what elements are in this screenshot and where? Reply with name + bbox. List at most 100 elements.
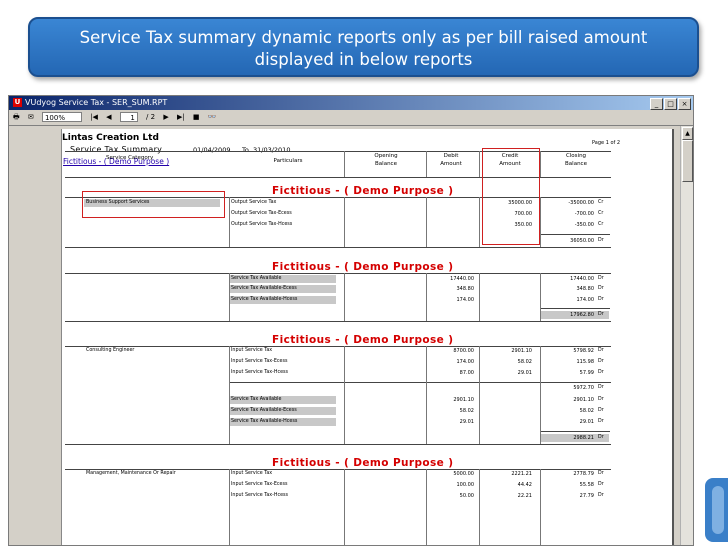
highlight-category-box [82, 191, 225, 218]
print-icon[interactable]: 🖶 [13, 113, 20, 121]
report-title: Service Tax Summary [70, 145, 163, 154]
close-button[interactable]: × [678, 98, 691, 110]
debit-value: 5000.00 [453, 471, 474, 477]
closing-value: 57.99 [579, 370, 594, 376]
maximize-button[interactable]: □ [664, 98, 677, 110]
debit-value: 87.00 [459, 370, 474, 376]
first-page-icon[interactable]: |◀ [90, 113, 98, 121]
drcr: Dr [598, 397, 604, 402]
section-end-rule [65, 247, 611, 248]
credit-value: 44.42 [517, 482, 532, 488]
last-page-icon[interactable]: ▶| [177, 113, 185, 121]
minimize-button[interactable]: _ [650, 98, 663, 110]
debit-value: 50.00 [459, 493, 474, 499]
slide-decoration-inner [712, 486, 724, 534]
col-closing-1: Closing [565, 153, 587, 159]
zoom-select[interactable]: 100% [41, 112, 82, 122]
col-divider [344, 273, 345, 321]
closing-value: 174.00 [576, 297, 595, 303]
closing-value: 115.98 [576, 359, 595, 365]
drcr: Dr [598, 419, 604, 424]
closing-value: -35000.00 [568, 200, 594, 206]
closing-value: 27.79 [579, 493, 594, 499]
section-banner: Fictitious - ( Demo Purpose ) [272, 185, 454, 197]
closing-value: 348.80 [576, 286, 595, 292]
particular: Output Service Tax [231, 200, 277, 205]
col-divider [479, 273, 480, 321]
col-divider [540, 346, 541, 444]
subtotal-drcr: Dr [598, 385, 604, 390]
date-from: 01/04/2009 [193, 146, 231, 154]
col-divider [229, 197, 230, 247]
closing-value: -700.00 [574, 211, 594, 217]
debit-value: 58.02 [459, 408, 474, 414]
col-closing: Closing Balance [545, 152, 607, 176]
debit-value: 100.00 [456, 482, 475, 488]
export-icon[interactable]: ✉ [28, 113, 34, 121]
particular: Service Tax Available-Ecess [231, 286, 297, 291]
particular: Input Service Tax-Ecess [231, 359, 288, 364]
section-total: 2988.21 [573, 435, 594, 441]
closing-value: 29.01 [579, 419, 594, 425]
credit-value: 58.02 [517, 359, 532, 365]
scroll-up-arrow[interactable]: ▲ [682, 127, 693, 140]
credit-value: 2221.21 [511, 471, 532, 477]
col-debit-1: Debit [443, 153, 459, 159]
particular: Input Service Tax [231, 471, 273, 476]
header-divider [344, 151, 345, 177]
category-label: Management, Maintenance Or Repair [86, 471, 176, 476]
drcr: Dr [598, 370, 604, 375]
drcr: Cr [598, 211, 604, 216]
app-icon: U [13, 98, 22, 107]
debit-value: 2901.10 [453, 397, 474, 403]
header-divider [479, 151, 480, 177]
particular: Input Service Tax [231, 348, 273, 353]
total-drcr: Dr [598, 435, 604, 440]
col-divider [540, 469, 541, 546]
credit-value: 29.01 [517, 370, 532, 376]
particular: Service Tax Available-Ecess [231, 408, 297, 413]
particular: Output Service Tax-Ecess [231, 211, 292, 216]
section-rule [65, 273, 611, 274]
particular: Input Service Tax-Ecess [231, 482, 288, 487]
col-opening-1: Opening [374, 153, 398, 159]
page-number-input[interactable]: 1 [119, 112, 138, 122]
header-divider [540, 151, 541, 177]
section-total: 17962.80 [570, 312, 594, 318]
closing-value: 17440.00 [570, 276, 594, 282]
search-icon[interactable]: 👓 [208, 113, 217, 121]
col-divider [426, 469, 427, 546]
next-page-icon[interactable]: ▶ [163, 113, 168, 121]
closing-value: -350.00 [574, 222, 594, 228]
section-end-rule [65, 444, 611, 445]
category-label: Consulting Engineer [86, 348, 135, 353]
scroll-thumb[interactable] [682, 140, 693, 182]
col-opening-2: Balance [375, 161, 397, 167]
particular: Output Service Tax-Hcess [231, 222, 293, 227]
particular: Service Tax Available [231, 397, 282, 402]
col-debit-2: Amount [440, 161, 462, 167]
drcr: Dr [598, 408, 604, 413]
col-closing-2: Balance [565, 161, 587, 167]
debit-value: 348.80 [456, 286, 475, 292]
caption-banner: Service Tax summary dynamic reports only… [28, 17, 699, 77]
prev-page-icon[interactable]: ◀ [106, 113, 111, 121]
col-divider [426, 273, 427, 321]
col-divider [229, 273, 230, 321]
vertical-scrollbar[interactable]: ▲ [680, 126, 693, 545]
closing-value: 58.02 [579, 408, 594, 414]
col-divider [479, 197, 480, 247]
stop-icon[interactable]: ■ [193, 113, 200, 121]
particular: Service Tax Available-Hcess [231, 419, 298, 424]
drcr: Cr [598, 222, 604, 227]
total-rule [540, 308, 610, 309]
closing-value: 2901.10 [573, 397, 594, 403]
total-rule [540, 234, 610, 235]
section-rule [65, 346, 611, 347]
col-divider [229, 469, 230, 546]
credit-value: 2901.10 [511, 348, 532, 354]
drcr: Dr [598, 286, 604, 291]
window-title: VUdyog Service Tax - SER_SUM.RPT [25, 98, 168, 107]
page-indicator: Page 1 of 2 [592, 140, 621, 146]
total-rule [540, 431, 610, 432]
